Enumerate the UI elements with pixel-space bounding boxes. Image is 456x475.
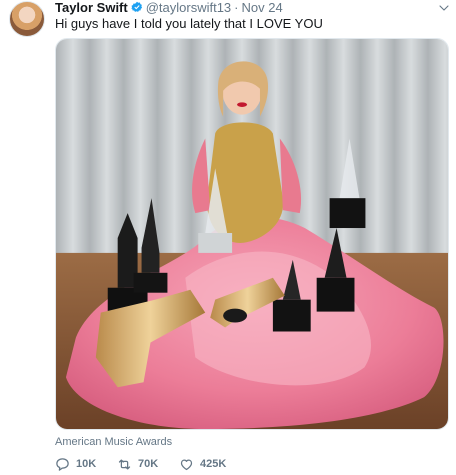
tweet-photo[interactable] bbox=[55, 38, 449, 430]
like-button[interactable]: 425K bbox=[179, 457, 241, 472]
like-count: 425K bbox=[200, 458, 227, 470]
retweet-icon bbox=[118, 459, 131, 469]
photo-illustration bbox=[56, 39, 448, 429]
tweet-text: Hi guys have I told you lately that I LO… bbox=[55, 16, 323, 31]
tweet-actions: 10K 70K 425K bbox=[55, 455, 241, 473]
tweet-card[interactable]: Taylor Swift @taylorswift13 · Nov 24 Hi … bbox=[0, 0, 456, 475]
retweet-button[interactable]: 70K bbox=[117, 457, 179, 472]
retweet-count: 70K bbox=[138, 458, 159, 470]
tweet-header: Taylor Swift @taylorswift13 · Nov 24 bbox=[55, 0, 283, 15]
media-caption[interactable]: American Music Awards bbox=[55, 436, 172, 448]
reply-button[interactable]: 10K bbox=[55, 457, 117, 472]
chevron-down-icon[interactable] bbox=[438, 2, 450, 14]
avatar[interactable] bbox=[9, 1, 45, 37]
separator-dot: · bbox=[234, 0, 239, 15]
tweet-date[interactable]: Nov 24 bbox=[242, 0, 283, 15]
display-name[interactable]: Taylor Swift bbox=[55, 0, 128, 15]
verified-badge-icon bbox=[131, 1, 142, 12]
user-handle[interactable]: @taylorswift13 bbox=[146, 0, 231, 15]
reply-icon bbox=[56, 457, 69, 471]
heart-icon bbox=[180, 459, 193, 470]
reply-count: 10K bbox=[76, 458, 97, 470]
